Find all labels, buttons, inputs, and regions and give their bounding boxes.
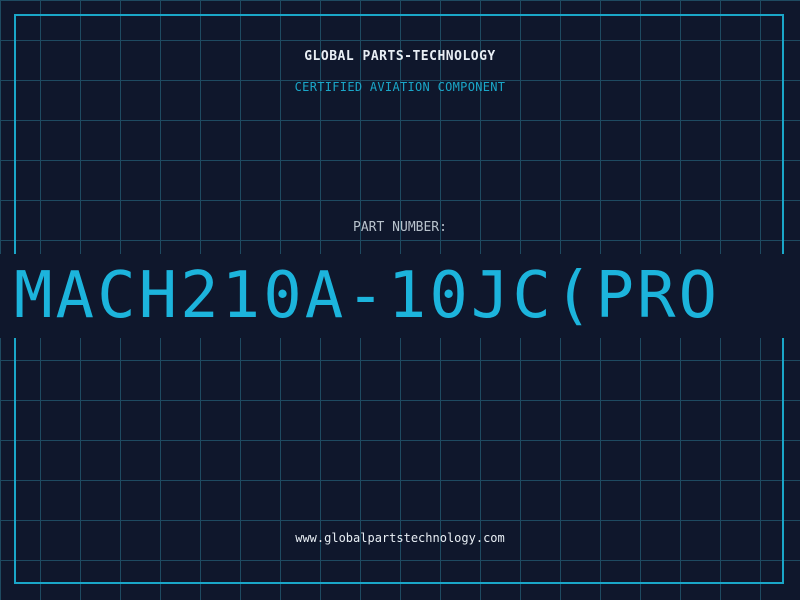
website-url: www.globalpartstechnology.com [295, 531, 505, 545]
certificate-page: GLOBAL PARTS-TECHNOLOGY CERTIFIED AVIATI… [0, 0, 800, 600]
company-name: GLOBAL PARTS-TECHNOLOGY [304, 49, 496, 64]
part-number-value: MACH210A-10JC(PRO [14, 259, 721, 333]
certification-subtitle: CERTIFIED AVIATION COMPONENT [294, 80, 506, 94]
part-number-band: MACH210A-10JC(PRO [0, 254, 800, 338]
part-number-label: PART NUMBER: [353, 220, 447, 235]
